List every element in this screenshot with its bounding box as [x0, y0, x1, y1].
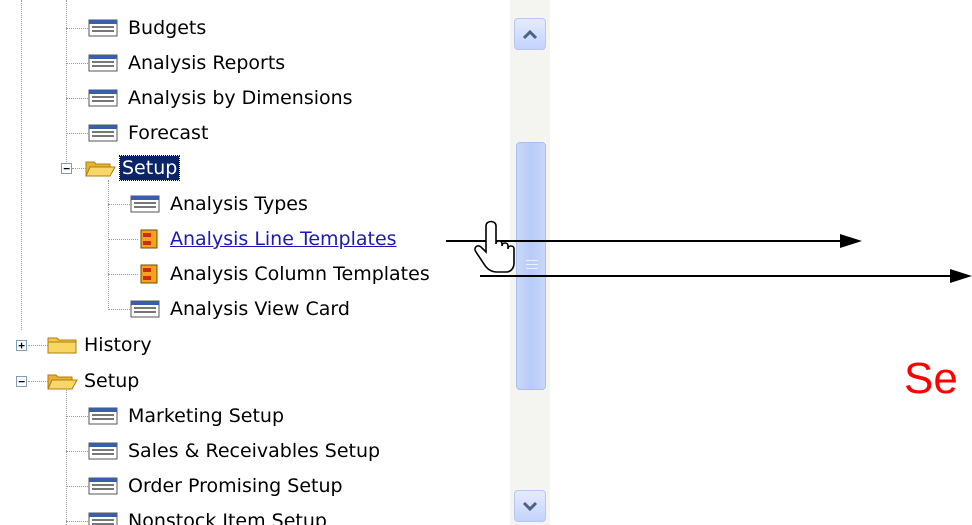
hand-pointer-icon — [474, 220, 515, 273]
annotation-text: Se — [904, 354, 958, 403]
